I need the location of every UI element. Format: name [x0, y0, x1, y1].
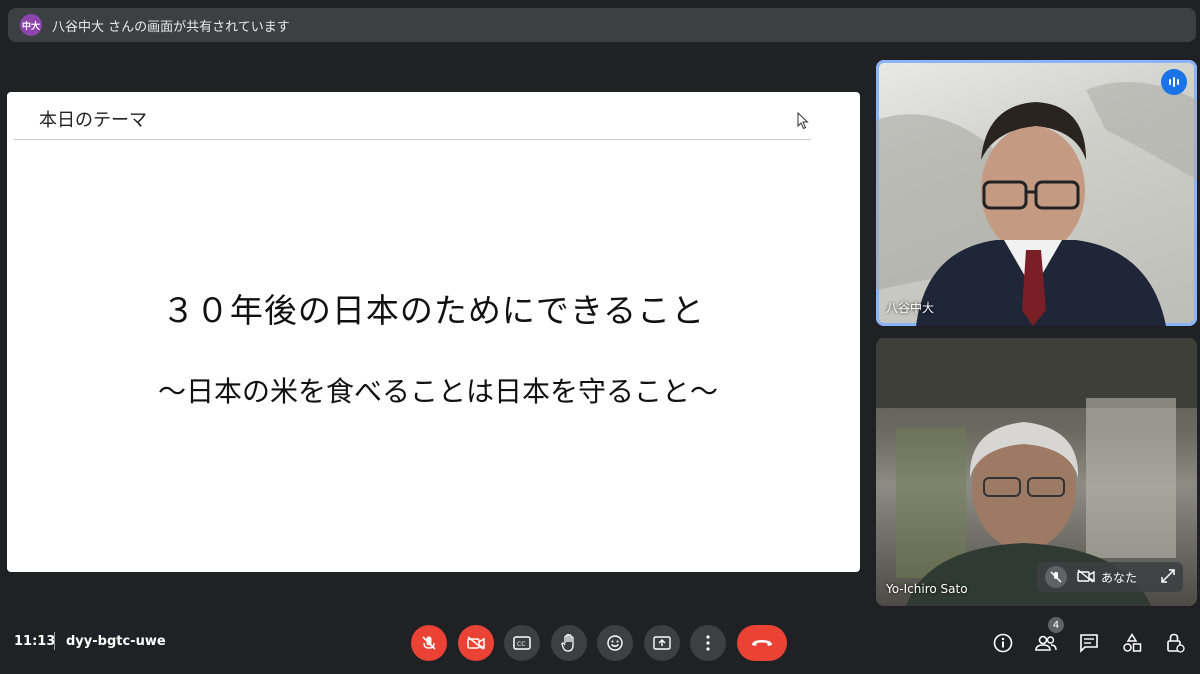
footer-divider: [54, 632, 55, 650]
mic-off-icon[interactable]: [1045, 566, 1067, 588]
camera-off-icon: [467, 636, 485, 650]
slide-title: ３０年後の日本のためにできること: [161, 291, 706, 330]
present-icon: [653, 636, 671, 650]
meeting-details-button[interactable]: [990, 630, 1016, 656]
participant-tile-speaker[interactable]: 八谷中大: [876, 60, 1197, 326]
activities-icon: [1123, 633, 1142, 652]
presenter-avatar: 中大: [20, 14, 42, 36]
speaking-indicator-icon: [1161, 69, 1187, 95]
shared-screen: 本日のテーマ ３０年後の日本のためにできること ～日本の米を食べることは日本を守…: [7, 92, 860, 572]
captions-icon: CC: [513, 636, 531, 650]
host-controls-icon: [1167, 633, 1185, 653]
participant-name: 八谷中大: [886, 301, 935, 315]
more-options-button[interactable]: [690, 625, 726, 661]
emoji-icon: [607, 635, 623, 651]
chat-button[interactable]: [1076, 630, 1102, 656]
people-button[interactable]: [1033, 630, 1059, 656]
hangup-icon: [752, 640, 772, 646]
host-controls-button[interactable]: [1162, 630, 1188, 656]
mic-off-icon: [422, 636, 436, 650]
present-button[interactable]: [644, 625, 680, 661]
participant-video: [876, 82, 1197, 326]
slide-subtitle: ～日本の米を食べることは日本を守ること～: [157, 375, 718, 408]
camera-off-icon[interactable]: [1077, 568, 1095, 587]
participant-count-badge: 4: [1048, 617, 1064, 633]
participant-tile-self[interactable]: Yo-Ichiro Sato あなた: [876, 338, 1197, 606]
more-vert-icon: [706, 635, 710, 651]
presentation-banner: 中大 八谷中大 さんの画面が共有されています: [8, 8, 1196, 42]
activities-button[interactable]: [1119, 630, 1145, 656]
people-icon: [1035, 635, 1057, 651]
info-icon: [993, 633, 1013, 653]
leave-call-button[interactable]: [737, 625, 787, 661]
chat-icon: [1080, 634, 1098, 653]
expand-icon[interactable]: [1161, 568, 1175, 587]
svg-text:CC: CC: [517, 641, 525, 648]
mouse-cursor-icon: [797, 112, 809, 130]
raise-hand-button[interactable]: [551, 625, 587, 661]
participant-name: Yo-Ichiro Sato: [886, 582, 968, 596]
slide-divider: [14, 139, 811, 140]
presentation-message: 八谷中大 さんの画面が共有されています: [52, 19, 290, 35]
emoji-reaction-button[interactable]: [597, 625, 633, 661]
self-label: あなた: [1101, 570, 1138, 585]
captions-button[interactable]: CC: [504, 625, 540, 661]
self-view-controls: あなた: [1037, 562, 1183, 592]
meeting-code: dyy-bgtc-uwe: [66, 634, 166, 649]
slide-header: 本日のテーマ: [39, 110, 147, 131]
meeting-clock: 11:13: [14, 634, 56, 649]
mic-toggle-button[interactable]: [411, 625, 447, 661]
camera-toggle-button[interactable]: [458, 625, 494, 661]
raise-hand-icon: [561, 634, 574, 652]
